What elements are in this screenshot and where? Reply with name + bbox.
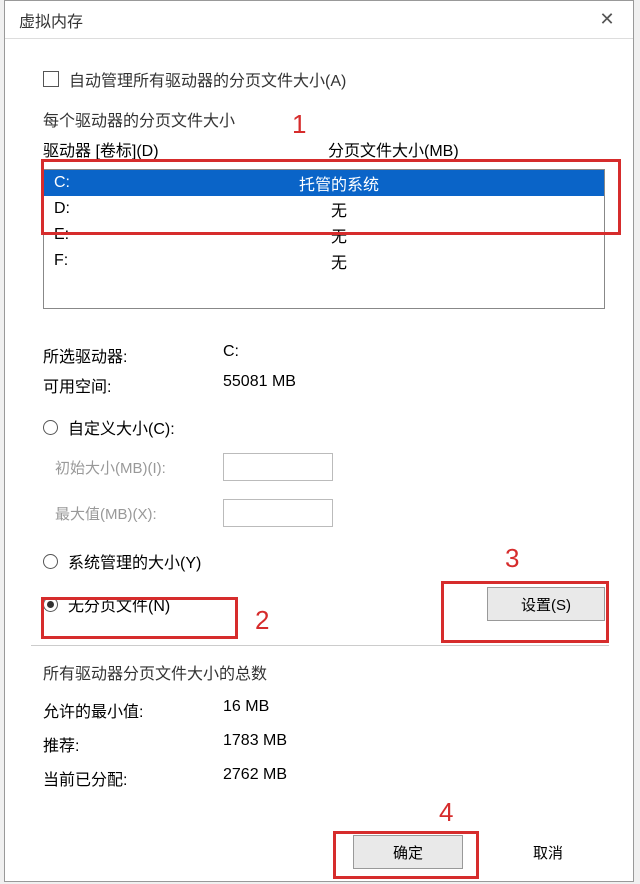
header-drive: 驱动器 [卷标](D) bbox=[43, 137, 328, 161]
virtual-memory-dialog: 虚拟内存 ✕ 自动管理所有驱动器的分页文件大小(A) 每个驱动器的分页文件大小 … bbox=[4, 0, 634, 882]
drive-row-d[interactable]: D: 无 bbox=[44, 196, 604, 222]
max-size-label: 最大值(MB)(X): bbox=[55, 503, 223, 524]
selected-drive-label: 所选驱动器: bbox=[43, 343, 223, 367]
radio-system-managed[interactable]: 系统管理的大小(Y) bbox=[43, 549, 605, 573]
free-space-label: 可用空间: bbox=[43, 373, 223, 397]
auto-manage-checkbox[interactable] bbox=[43, 71, 59, 87]
close-icon[interactable]: ✕ bbox=[585, 4, 629, 36]
divider bbox=[31, 645, 609, 646]
window-title: 虚拟内存 bbox=[19, 8, 585, 32]
annotation-number-4: 4 bbox=[439, 797, 453, 828]
max-size-input bbox=[223, 499, 333, 527]
drive-value: 托管的系统 bbox=[74, 171, 604, 195]
min-allowed-value: 16 MB bbox=[223, 698, 269, 722]
cancel-button[interactable]: 取消 bbox=[493, 835, 603, 869]
radio-icon bbox=[43, 420, 58, 435]
auto-manage-label: 自动管理所有驱动器的分页文件大小(A) bbox=[69, 67, 346, 91]
free-space-row: 可用空间: 55081 MB bbox=[43, 373, 605, 397]
drive-value: 无 bbox=[74, 249, 604, 273]
initial-size-row: 初始大小(MB)(I): bbox=[55, 453, 605, 481]
drive-list[interactable]: C: 托管的系统 D: 无 E: 无 F: 无 bbox=[43, 169, 605, 309]
drive-row-c[interactable]: C: 托管的系统 bbox=[44, 170, 604, 196]
radio-custom-size[interactable]: 自定义大小(C): bbox=[43, 415, 605, 439]
drive-row-e[interactable]: E: 无 bbox=[44, 222, 604, 248]
drive-letter: C: bbox=[44, 174, 74, 192]
each-drive-label: 每个驱动器的分页文件大小 bbox=[43, 107, 605, 131]
set-button[interactable]: 设置(S) bbox=[487, 587, 605, 621]
drive-value: 无 bbox=[74, 223, 604, 247]
radio-custom-label: 自定义大小(C): bbox=[68, 415, 175, 439]
selected-drive-row: 所选驱动器: C: bbox=[43, 343, 605, 367]
min-allowed-row: 允许的最小值: 16 MB bbox=[43, 698, 605, 722]
drive-letter: D: bbox=[44, 200, 74, 218]
header-size: 分页文件大小(MB) bbox=[328, 137, 459, 161]
current-row: 当前已分配: 2762 MB bbox=[43, 766, 605, 790]
titlebar: 虚拟内存 ✕ bbox=[5, 1, 633, 39]
current-label: 当前已分配: bbox=[43, 766, 223, 790]
selected-drive-value: C: bbox=[223, 343, 239, 367]
recommended-row: 推荐: 1783 MB bbox=[43, 732, 605, 756]
totals-header: 所有驱动器分页文件大小的总数 bbox=[43, 660, 605, 684]
max-size-row: 最大值(MB)(X): bbox=[55, 499, 605, 527]
radio-system-label: 系统管理的大小(Y) bbox=[68, 549, 201, 573]
drive-list-header: 驱动器 [卷标](D) 分页文件大小(MB) bbox=[43, 137, 605, 161]
client-area: 自动管理所有驱动器的分页文件大小(A) 每个驱动器的分页文件大小 驱动器 [卷标… bbox=[5, 39, 633, 790]
current-value: 2762 MB bbox=[223, 766, 287, 790]
drive-letter: E: bbox=[44, 226, 74, 244]
drive-value: 无 bbox=[74, 197, 604, 221]
radio-none-label: 无分页文件(N) bbox=[68, 592, 170, 616]
footer-buttons: 确定 取消 bbox=[353, 835, 603, 869]
free-space-value: 55081 MB bbox=[223, 373, 296, 397]
radio-icon bbox=[43, 597, 58, 612]
drive-letter: F: bbox=[44, 252, 74, 270]
min-allowed-label: 允许的最小值: bbox=[43, 698, 223, 722]
initial-size-label: 初始大小(MB)(I): bbox=[55, 457, 223, 478]
recommended-label: 推荐: bbox=[43, 732, 223, 756]
drive-row-f[interactable]: F: 无 bbox=[44, 248, 604, 274]
ok-button[interactable]: 确定 bbox=[353, 835, 463, 869]
recommended-value: 1783 MB bbox=[223, 732, 287, 756]
radio-icon bbox=[43, 554, 58, 569]
initial-size-input bbox=[223, 453, 333, 481]
auto-manage-checkbox-row[interactable]: 自动管理所有驱动器的分页文件大小(A) bbox=[43, 67, 605, 91]
radio-no-paging[interactable]: 无分页文件(N) bbox=[43, 592, 170, 616]
